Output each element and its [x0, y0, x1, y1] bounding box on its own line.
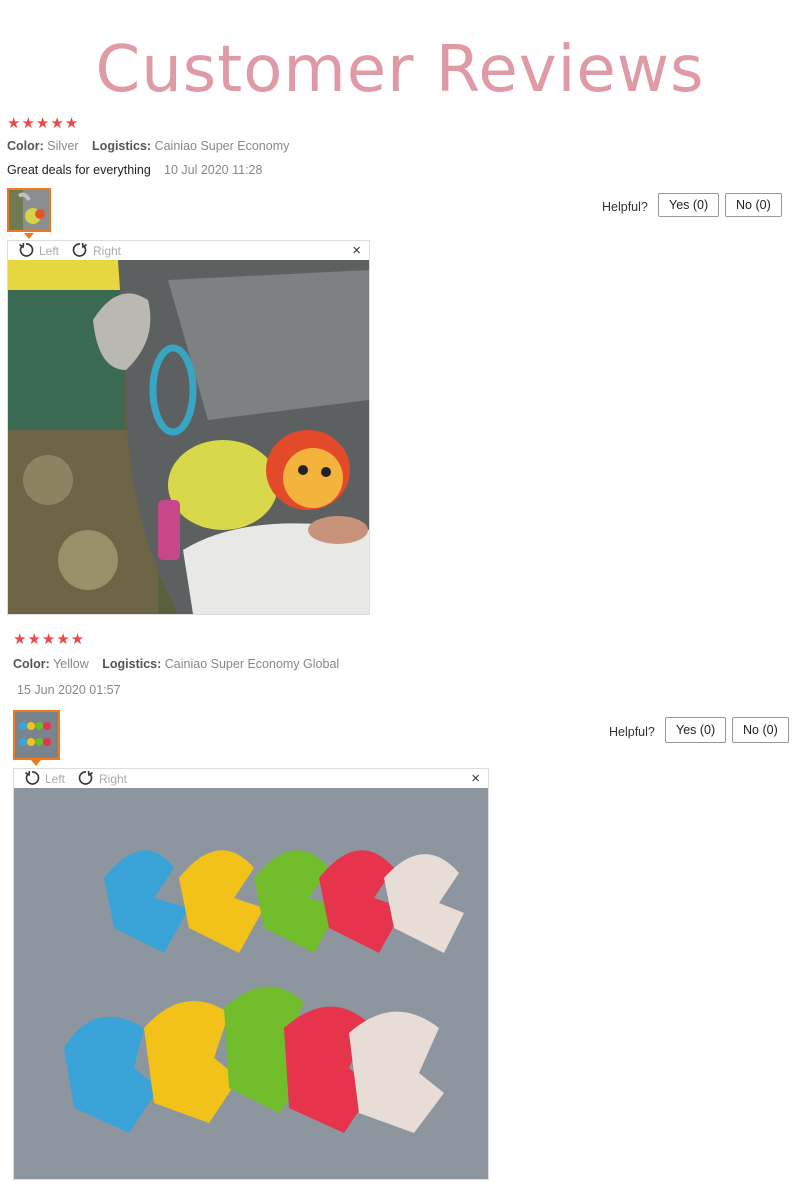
review-comment: Great deals for everything — [7, 163, 151, 177]
rotate-right-button[interactable]: Right — [78, 770, 127, 787]
color-value: Silver — [47, 139, 79, 153]
review-photo-thumbnail[interactable] — [13, 710, 60, 760]
star-rating: ★★★★★ — [13, 631, 86, 648]
rotate-right-button[interactable]: Right — [72, 242, 121, 259]
logistics-label: Logistics: — [92, 139, 152, 153]
logistics-label: Logistics: — [102, 657, 162, 671]
rotate-right-icon — [72, 242, 87, 257]
photo-viewer-toolbar: Left Right × — [8, 241, 369, 260]
thumbnail-pointer — [24, 233, 34, 239]
helpful-yes-button[interactable]: Yes (0) — [665, 717, 727, 743]
thumbnail-image — [9, 190, 49, 230]
rotate-right-icon — [78, 770, 93, 785]
close-icon[interactable]: × — [352, 241, 361, 260]
photo-viewer-toolbar: Left Right × — [14, 769, 488, 788]
review-photo[interactable] — [14, 788, 488, 1179]
review-photo[interactable] — [8, 260, 369, 614]
rotate-right-label: Right — [99, 772, 128, 786]
helpful-label: Helpful? — [609, 725, 655, 739]
rotate-right-label: Right — [93, 244, 122, 258]
stroller-toy-photo — [8, 260, 369, 614]
helpful-no-button[interactable]: No (0) — [725, 193, 782, 217]
color-value: Yellow — [53, 657, 89, 671]
rotate-left-icon — [25, 770, 40, 785]
star-rating: ★★★★★ — [7, 115, 80, 132]
helpful-no-button[interactable]: No (0) — [732, 717, 789, 743]
thumbnail-image — [15, 712, 58, 758]
helpful-yes-button[interactable]: Yes (0) — [658, 193, 720, 217]
rotate-left-button[interactable]: Left — [18, 242, 59, 259]
review-meta: Color: Yellow Logistics: Cainiao Super E… — [13, 656, 349, 672]
close-icon[interactable]: × — [471, 769, 480, 788]
review-meta: Color: Silver Logistics: Cainiao Super E… — [7, 138, 299, 154]
page-title: Customer Reviews — [95, 33, 705, 107]
color-label: Color: — [7, 139, 44, 153]
rotate-left-label: Left — [45, 772, 66, 786]
review-photo-thumbnail[interactable] — [7, 188, 51, 232]
rotate-left-icon — [19, 242, 34, 257]
rotate-left-label: Left — [39, 244, 60, 258]
review-date: 15 Jun 2020 01:57 — [17, 683, 121, 697]
photo-viewer: Left Right × — [13, 768, 489, 1180]
logistics-value: Cainiao Super Economy — [154, 139, 290, 153]
photo-viewer: Left Right × — [7, 240, 370, 615]
helpful-label: Helpful? — [602, 200, 648, 214]
rotate-left-button[interactable]: Left — [24, 770, 65, 787]
color-label: Color: — [13, 657, 50, 671]
logistics-value: Cainiao Super Economy Global — [164, 657, 340, 671]
thumbnail-pointer — [31, 760, 41, 766]
review-date: 10 Jul 2020 11:28 — [164, 163, 263, 177]
colorful-clips-photo — [14, 788, 488, 1179]
